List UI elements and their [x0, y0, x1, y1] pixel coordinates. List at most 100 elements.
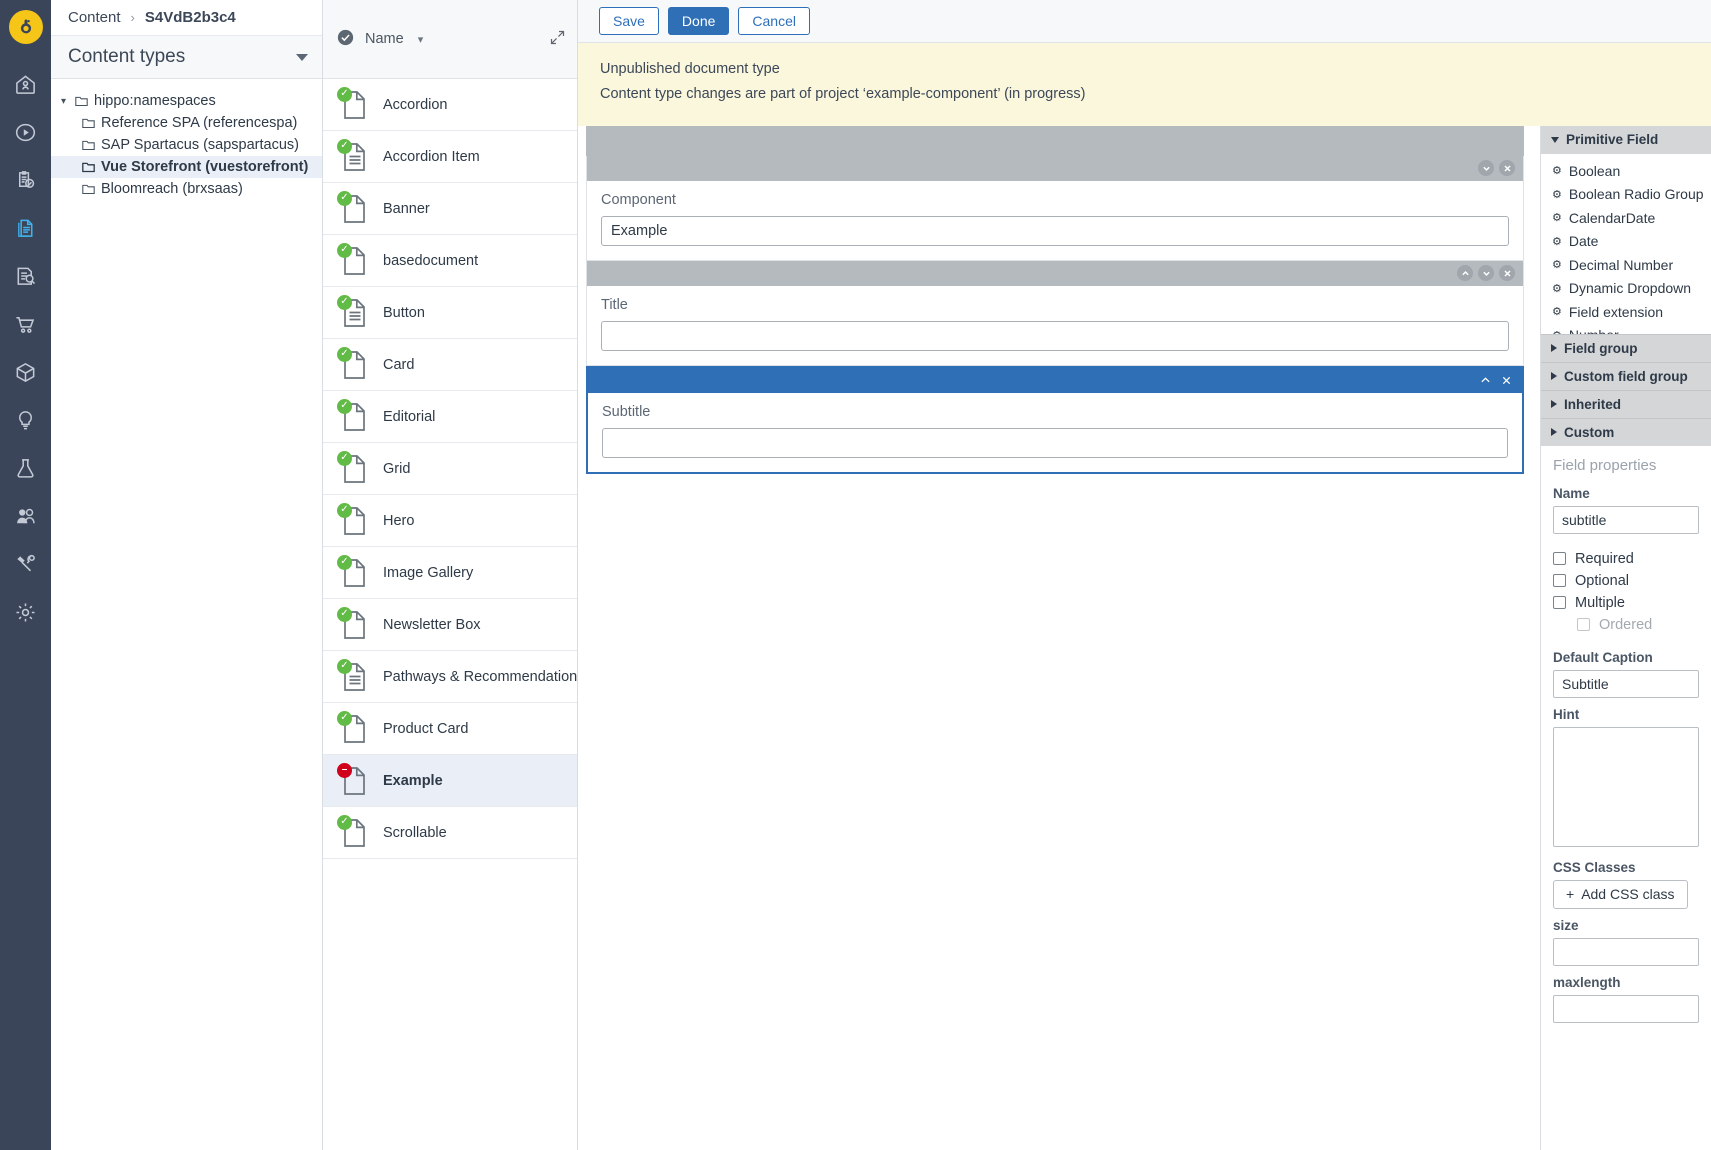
- field-block-subtitle[interactable]: Subtitle: [586, 366, 1524, 474]
- default-caption-input[interactable]: [1553, 670, 1699, 698]
- rail-item-document-icon[interactable]: [0, 204, 51, 252]
- field-input-title[interactable]: [601, 321, 1509, 351]
- field-input-component[interactable]: [601, 216, 1509, 246]
- rail-item-document-search-icon[interactable]: [0, 252, 51, 300]
- content-types-title: Content types: [68, 46, 185, 68]
- tree-node-vuestorefront[interactable]: Vue Storefront (vuestorefront): [51, 156, 322, 178]
- palette-item-number[interactable]: ⚙ Number: [1541, 323, 1711, 334]
- palette-item-label: Number: [1569, 327, 1619, 334]
- required-checkbox-row[interactable]: Required: [1553, 548, 1699, 570]
- status-badge-ok: ✓: [337, 451, 352, 466]
- hint-textarea[interactable]: [1553, 727, 1699, 847]
- chevron-up-icon[interactable]: [1457, 265, 1473, 281]
- palette-item-dynamic-dropdown[interactable]: ⚙ Dynamic Dropdown: [1541, 276, 1711, 300]
- palette-item-calendardate[interactable]: ⚙ CalendarDate: [1541, 206, 1711, 230]
- add-css-class-button[interactable]: + Add CSS class: [1553, 880, 1688, 909]
- chevron-down-icon[interactable]: [1478, 160, 1494, 176]
- field-block-component[interactable]: Component: [586, 156, 1524, 261]
- list-item[interactable]: ✓ Hero: [323, 495, 577, 547]
- gear-icon: ⚙: [1552, 164, 1562, 177]
- palette-item-boolean-radio-group[interactable]: ⚙ Boolean Radio Group: [1541, 182, 1711, 206]
- list-item-example[interactable]: – Example: [323, 755, 577, 807]
- cancel-button[interactable]: Cancel: [738, 7, 810, 35]
- list-item-label: Editorial: [383, 409, 435, 425]
- optional-checkbox-row[interactable]: Optional: [1553, 570, 1699, 592]
- field-label-title: Title: [601, 297, 1509, 313]
- optional-checkbox[interactable]: [1553, 574, 1566, 587]
- field-block-title[interactable]: Title: [586, 261, 1524, 366]
- list-item[interactable]: ✓ Editorial: [323, 391, 577, 443]
- palette-item-field-extension[interactable]: ⚙ Field extension: [1541, 300, 1711, 324]
- done-button[interactable]: Done: [668, 7, 729, 35]
- rail-item-shopping-cart-icon[interactable]: [0, 300, 51, 348]
- content-types-tree-pane: Content › S4VdB2b3c4 Content types ▾ hip…: [51, 0, 323, 1150]
- notice-line-2: Content type changes are part of project…: [600, 82, 1689, 107]
- palette-group-custom[interactable]: Custom: [1541, 418, 1711, 446]
- list-item-label: Banner: [383, 201, 430, 217]
- save-button[interactable]: Save: [599, 7, 659, 35]
- palette-group-label: Field group: [1564, 341, 1638, 356]
- list-item[interactable]: ✓ Grid: [323, 443, 577, 495]
- rail-item-users-icon[interactable]: [0, 492, 51, 540]
- rail-item-gear-icon[interactable]: [0, 588, 51, 636]
- palette-group-inherited[interactable]: Inherited: [1541, 390, 1711, 418]
- palette-group-label: Custom field group: [1564, 369, 1688, 384]
- tree-node-sapspartacus[interactable]: SAP Spartacus (sapspartacus): [51, 134, 322, 156]
- field-input-subtitle[interactable]: [602, 428, 1508, 458]
- list-item[interactable]: ✓ Pathways & Recommendations: [323, 651, 577, 703]
- rail-item-home-icon[interactable]: [0, 60, 51, 108]
- palette-item-date[interactable]: ⚙ Date: [1541, 229, 1711, 253]
- size-input[interactable]: [1553, 938, 1699, 966]
- palette-item-decimal-number[interactable]: ⚙ Decimal Number: [1541, 253, 1711, 277]
- tree-node-root[interactable]: ▾ hippo:namespaces: [51, 90, 322, 112]
- breadcrumb-root[interactable]: Content: [68, 9, 121, 26]
- palette-group-primitive-field[interactable]: Primitive Field: [1541, 126, 1711, 154]
- bloomreach-logo[interactable]: [9, 10, 43, 44]
- list-item[interactable]: ✓ Banner: [323, 183, 577, 235]
- list-item[interactable]: ✓ Newsletter Box: [323, 599, 577, 651]
- list-item[interactable]: ✓ Card: [323, 339, 577, 391]
- content-types-dropdown-icon[interactable]: [296, 54, 308, 61]
- close-icon[interactable]: [1499, 265, 1515, 281]
- chevron-up-icon[interactable]: [1477, 372, 1493, 388]
- rail-item-box-icon[interactable]: [0, 348, 51, 396]
- document-type-icon: ✓: [342, 506, 368, 536]
- close-icon[interactable]: [1499, 160, 1515, 176]
- palette-group-custom-field-group[interactable]: Custom field group: [1541, 362, 1711, 390]
- rail-item-play-circle-icon[interactable]: [0, 108, 51, 156]
- palette-item-boolean[interactable]: ⚙ Boolean: [1541, 159, 1711, 183]
- list-item[interactable]: ✓ Product Card: [323, 703, 577, 755]
- close-icon[interactable]: [1498, 372, 1514, 388]
- list-item[interactable]: ✓ Scrollable: [323, 807, 577, 859]
- rail-item-flask-icon[interactable]: [0, 444, 51, 492]
- chevron-down-icon[interactable]: [1478, 265, 1494, 281]
- folder-icon: [82, 162, 95, 173]
- rail-item-lightbulb-icon[interactable]: [0, 396, 51, 444]
- sort-chevron-down-icon[interactable]: ▾: [418, 33, 424, 46]
- tree-node-brxsaas[interactable]: Bloomreach (brxsaas): [51, 178, 322, 200]
- tree-node-referencespa[interactable]: Reference SPA (referencespa): [51, 112, 322, 134]
- list-item[interactable]: ✓ Button: [323, 287, 577, 339]
- chevron-down-icon[interactable]: ▾: [61, 96, 75, 107]
- name-input[interactable]: [1553, 506, 1699, 534]
- palette-group-label: Primitive Field: [1566, 132, 1658, 147]
- rail-item-tools-icon[interactable]: [0, 540, 51, 588]
- list-item[interactable]: ✓ basedocument: [323, 235, 577, 287]
- multiple-checkbox-row[interactable]: Multiple: [1553, 592, 1699, 614]
- rail-item-clipboard-check-icon[interactable]: [0, 156, 51, 204]
- column-header-name[interactable]: Name: [365, 31, 404, 47]
- palette-group-field-group[interactable]: Field group: [1541, 334, 1711, 362]
- select-all-icon[interactable]: [337, 29, 354, 50]
- gear-icon: ⚙: [1552, 211, 1562, 224]
- list-item[interactable]: ✓ Accordion Item: [323, 131, 577, 183]
- list-item[interactable]: ✓ Accordion: [323, 79, 577, 131]
- required-checkbox[interactable]: [1553, 552, 1566, 565]
- palette-item-label: Boolean: [1569, 163, 1620, 179]
- multiple-checkbox[interactable]: [1553, 596, 1566, 609]
- maxlength-input[interactable]: [1553, 995, 1699, 1023]
- list-item[interactable]: ✓ Image Gallery: [323, 547, 577, 599]
- document-type-icon: –: [342, 766, 368, 796]
- status-badge-ok: ✓: [337, 555, 352, 570]
- expand-list-icon[interactable]: [550, 30, 565, 49]
- plus-icon: +: [1566, 886, 1574, 902]
